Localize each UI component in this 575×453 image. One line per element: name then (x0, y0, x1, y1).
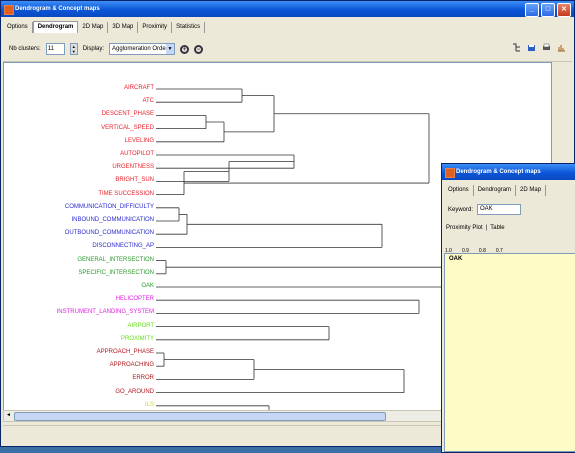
dendrogram-leaf-label[interactable]: DESCENT_PHASE (102, 111, 154, 117)
chart-icon[interactable] (557, 43, 566, 52)
dendrogram-leaf-label[interactable]: GO_AROUND (115, 389, 154, 395)
toolbar: Nb clusters: 11 ▲ ▼ Display: Agglomeratio… (3, 37, 572, 62)
scroll-left-icon[interactable]: ◄ (5, 412, 12, 419)
dendrogram-leaf-label[interactable]: BRIGHT_SUN (115, 177, 154, 183)
nb-clusters-label: Nb clusters: (9, 46, 41, 52)
proximity-row-label: OAK (449, 256, 463, 262)
tab-proximity[interactable]: Proximity (138, 21, 173, 33)
scrollbar-thumb[interactable] (14, 412, 386, 421)
maximize-button[interactable]: □ (541, 3, 555, 17)
dendrogram-leaf-label[interactable]: DISCONNECTING_AP (92, 243, 154, 249)
dendrogram-leaf-label[interactable]: SPECIFIC_INTERSECTION (78, 270, 154, 276)
scale-tick: 1.0 (445, 248, 452, 254)
dendrogram-leaf-label[interactable]: INBOUND_COMMUNICATION (71, 217, 154, 223)
tab-statistics[interactable]: Statistics (172, 21, 206, 33)
main-window-title: Dendrogram & Concept maps (15, 6, 100, 12)
print-icon[interactable] (542, 43, 551, 52)
dendrogram-leaf-label[interactable]: LEVELING (125, 138, 154, 144)
scale-tick: 0.9 (461, 248, 469, 254)
minimize-button[interactable]: _ (525, 3, 539, 17)
dendrogram-leaf-label[interactable]: ATC (142, 98, 154, 104)
dendrogram-labels: AIRCRAFT ATC DESCENT_PHASE VERTICAL_SPEED LE… (4, 63, 154, 434)
tab-options[interactable]: Options (3, 21, 33, 33)
display-select[interactable]: Agglomeration Order ▼ (109, 43, 176, 55)
app-icon (4, 5, 14, 15)
proximity-subtabs: Proximity Plot | Table (446, 225, 505, 231)
dendrogram-leaf-label[interactable]: GENERAL_INTERSECTION (77, 257, 154, 263)
subtab-divider: | (485, 225, 488, 231)
secondary-tab-bar: Options Dendrogram 2D Map (444, 182, 575, 198)
nb-clusters-input[interactable]: 11 (45, 43, 65, 55)
dendrogram-leaf-label[interactable]: ERROR (132, 375, 154, 381)
main-window-titlebar[interactable]: Dendrogram & Concept maps _ □ ✕ (1, 1, 574, 17)
dendrogram-leaf-label[interactable]: TIME SUCCESSION (98, 191, 154, 197)
dendrogram-leaf-label[interactable]: PROXIMITY (121, 336, 154, 342)
proximity-plot-area: 1.0 0.9 0.8 0.7 OAK (444, 248, 575, 452)
dendrogram-leaf-label[interactable]: OAK (141, 283, 154, 289)
dendrogram-leaf-label[interactable]: AUTOPILOT (120, 151, 154, 157)
chevron-down-icon: ▼ (166, 44, 175, 54)
dendrogram-leaf-label[interactable]: URGENTNESS (112, 164, 154, 170)
close-button[interactable]: ✕ (557, 3, 571, 17)
tab-bar: Options Dendrogram 2D Map 3D Map Proximi… (3, 19, 572, 35)
display-select-value: Agglomeration Order (112, 46, 168, 52)
subtab-proximity-plot[interactable]: Proximity Plot (446, 225, 483, 231)
dendrogram-leaf-label[interactable]: AIRCRAFT (124, 85, 154, 91)
subtab-table[interactable]: Table (490, 225, 504, 231)
scale-tick: 0.8 (478, 248, 486, 254)
zoom-in-icon[interactable]: + (180, 44, 190, 54)
tree-icon[interactable] (512, 43, 521, 52)
keyword-row: Keyword: OAK (448, 204, 522, 215)
dendrogram-leaf-label[interactable]: APPROACH_PHASE (97, 349, 154, 355)
secondary-window-title: Dendrogram & Concept maps (456, 169, 541, 175)
secondary-tab-2d-map[interactable]: 2D Map (516, 184, 547, 196)
dendrogram-leaf-label[interactable]: COMMUNICATION_DIFFICULTY (65, 204, 154, 210)
secondary-window: Dendrogram & Concept maps Options Dendro… (441, 163, 575, 453)
tab-3d-map[interactable]: 3D Map (108, 21, 139, 33)
dendrogram-leaf-label[interactable]: APPROACHING (110, 362, 154, 368)
secondary-tab-options[interactable]: Options (444, 184, 474, 196)
app-icon (445, 168, 455, 178)
secondary-tab-dendrogram[interactable]: Dendrogram (474, 184, 517, 196)
tab-2d-map[interactable]: 2D Map (78, 21, 109, 33)
tab-dendrogram[interactable]: Dendrogram (32, 21, 79, 33)
save-icon[interactable] (527, 43, 536, 52)
scale-tick: 0.7 (495, 248, 503, 254)
display-label: Display: (82, 46, 105, 52)
secondary-window-titlebar[interactable]: Dendrogram & Concept maps (442, 164, 575, 180)
dendrogram-leaf-label[interactable]: AIRPORT (127, 323, 154, 329)
dendrogram-leaf-label[interactable]: OUTBOUND_COMMUNICATION (65, 230, 154, 236)
keyword-input[interactable]: OAK (477, 204, 522, 215)
dendrogram-leaf-label[interactable]: VERTICAL_SPEED (101, 125, 154, 131)
nb-clusters-spinner[interactable]: ▲ ▼ (69, 43, 78, 55)
dendrogram-leaf-label[interactable]: HELICOPTER (116, 296, 154, 302)
zoom-out-icon[interactable]: − (194, 44, 204, 54)
dendrogram-leaf-label[interactable]: INSTRUMENT_LANDING_SYSTEM (57, 309, 154, 315)
proximity-scale: 1.0 0.9 0.8 0.7 (445, 248, 503, 254)
dendrogram-leaf-label[interactable]: ILS (145, 402, 154, 408)
keyword-label: Keyword: (448, 206, 474, 213)
